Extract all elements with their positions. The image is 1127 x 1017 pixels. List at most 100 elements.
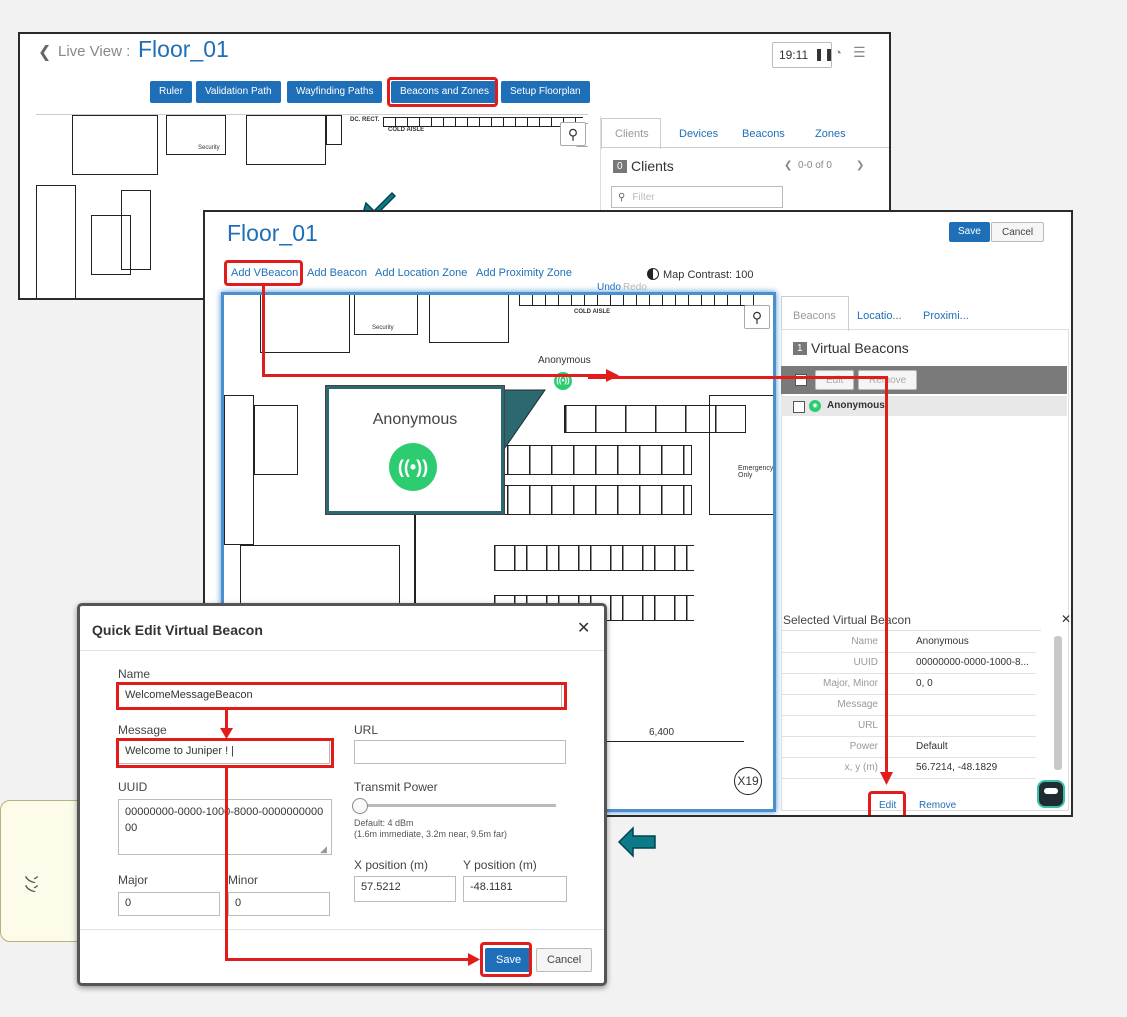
quick-edit-dialog: Quick Edit Virtual Beacon ✕ Name Welcome… [77,603,607,986]
property-key: Power [849,741,878,752]
live-view-label[interactable]: Live View : [58,43,130,60]
name-field[interactable]: WelcomeMessageBeacon [118,684,562,708]
property-row: UUID 00000000-0000-1000-8... [781,652,1036,674]
minor-field[interactable]: 0 [228,892,330,916]
property-row: x, y (m) 56.7214, -48.1829 [781,757,1036,779]
connector-arrowhead [220,728,233,739]
ruler-button[interactable]: Ruler [150,81,192,103]
list-item-name: Anonymous [827,400,885,411]
selected-props-table: Name Anonymous UUID 00000000-0000-1000-8...… [781,630,1041,779]
add-beacon-link[interactable]: Add Beacon [307,267,367,279]
filter-search-icon: ⚲ [618,192,626,203]
editor-cancel-button[interactable]: Cancel [991,222,1045,242]
selected-remove-link[interactable]: Remove [919,800,956,811]
wayfinding-paths-button[interactable]: Wayfinding Paths [287,81,383,103]
plan-room [36,185,76,298]
speedometer-icon[interactable]: ◔ [834,45,842,60]
selected-edit-link[interactable]: Edit [879,800,896,811]
plan-label-security: Security [372,325,394,331]
power-slider-track[interactable] [356,804,556,807]
map-zoom-button[interactable]: ⚲ [744,305,770,329]
property-key: x, y (m) [844,762,878,773]
beacons-and-zones-button[interactable]: Beacons and Zones [391,81,498,103]
plan-room [246,115,326,165]
resize-handle-icon[interactable]: ◢ [320,844,327,855]
tab-clients-label: Clients [615,128,649,140]
list-item[interactable]: ◉ Anonymous [781,396,1067,416]
plan-desk-row [494,545,694,571]
floor-title: Floor_01 [138,36,229,62]
dialog-close-icon[interactable]: ✕ [577,618,590,638]
plan-label-security: Security [198,145,220,151]
filter-input[interactable]: ⚲ Filter [611,186,783,208]
pause-icon[interactable]: ❚❚ [814,47,834,61]
selected-close-icon[interactable]: ✕ [1061,612,1071,626]
props-scrollbar[interactable] [1054,636,1062,770]
assistant-bot-icon[interactable] [1037,780,1065,808]
tab-beacons[interactable]: Beacons [742,128,785,140]
property-value: Anonymous [916,636,969,647]
plan-label-cold-aisle: COLD AISLE [574,309,611,315]
dialog-save-button[interactable]: Save [485,948,533,972]
url-label: URL [354,723,379,737]
map-beacon-name: Anonymous [538,355,591,366]
connector-line [885,376,888,776]
power-slider-thumb[interactable] [352,798,368,814]
x-position-label: X position (m) [354,858,429,872]
map-contrast-label[interactable]: Map Contrast: 100 [663,269,754,281]
property-row: URL [781,715,1036,737]
tab-proximity-zones[interactable]: Proximi... [923,310,969,322]
add-location-zone-link[interactable]: Add Location Zone [375,267,467,279]
y-position-value: -48.1181 [470,881,513,893]
message-label: Message [118,723,167,737]
plan-room [429,295,509,343]
connector-line [262,284,265,376]
property-value: 0, 0 [916,678,933,689]
settings-sliders-icon[interactable]: ☰ [853,44,866,61]
message-field[interactable]: Welcome to Juniper ! | [118,740,330,764]
next-page-icon[interactable]: ❯ [856,160,864,171]
plan-dimension-label: 6,400 [649,727,675,738]
major-field[interactable]: 0 [118,892,220,916]
vb-count-badge: 1 [793,342,807,355]
x-position-field[interactable]: 57.5212 [354,876,456,902]
plan-room [254,405,298,475]
list-edit-button[interactable]: Edit [815,370,855,390]
tab-location-zones[interactable]: Locatio... [857,310,902,322]
list-item-checkbox[interactable] [793,401,805,413]
property-row: Major, Minor 0, 0 [781,673,1036,695]
plan-grid-mark-label: X19 [737,774,759,788]
time-control[interactable]: 19:11 ❚❚ [772,42,834,68]
tab-zones[interactable]: Zones [815,128,846,140]
dialog-cancel-button[interactable]: Cancel [536,948,593,972]
contrast-icon [647,268,659,280]
minor-label: Minor [228,873,259,887]
tab-devices[interactable]: Devices [679,128,718,140]
setup-floorplan-button[interactable]: Setup Floorplan [501,81,590,103]
property-row: Message [781,694,1036,716]
url-field[interactable] [354,740,566,764]
property-key: Message [837,699,878,710]
add-proximity-zone-link[interactable]: Add Proximity Zone [476,267,572,279]
selected-beacon-title: Selected Virtual Beacon [783,613,911,627]
clients-heading: Clients [631,158,674,174]
validation-path-button[interactable]: Validation Path [196,81,281,103]
y-position-field[interactable]: -48.1181 [463,876,567,902]
prev-page-icon[interactable]: ❮ [784,160,792,171]
plan-label-rect: DC. RECT. [350,117,380,123]
callout-title: Anonymous [372,411,458,428]
power-hint-default: Default: 4 dBm [354,818,414,828]
connector-line [225,958,471,961]
property-value: 56.7214, -48.1829 [916,762,998,773]
editor-save-button[interactable]: Save [949,222,990,242]
clients-count-badge: 0 [613,160,627,173]
plan-room [72,115,158,175]
property-value: Default [916,741,948,752]
zoom-search-icon[interactable]: ⚲ [560,122,586,146]
back-chevron-icon[interactable]: ❮ [38,42,51,62]
add-vbeacon-link[interactable]: Add VBeacon [231,267,298,279]
plan-label-emergency: Emergency Only [738,465,774,479]
plan-room [260,295,350,353]
time-display: 19:11 [779,48,809,62]
plan-room [121,190,151,270]
